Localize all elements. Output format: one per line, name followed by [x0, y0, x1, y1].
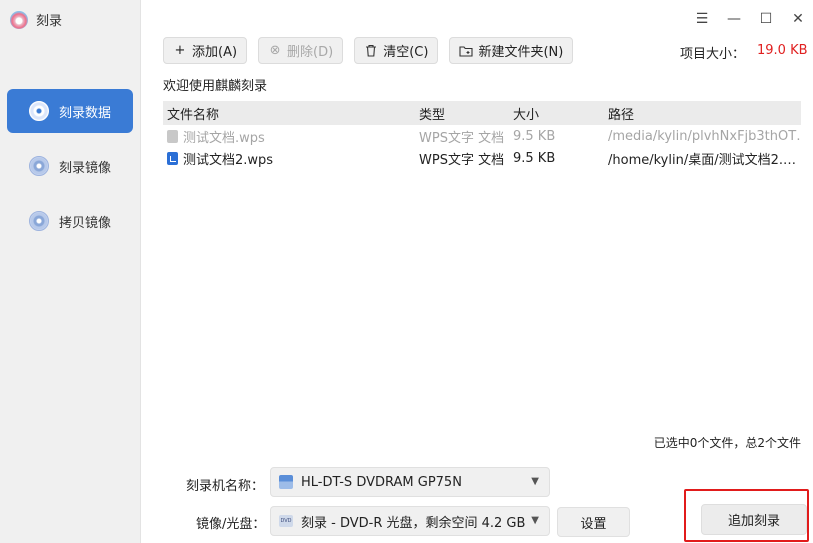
new-folder-button[interactable]: 新建文件夹(N)	[449, 37, 574, 64]
disc-icon	[29, 211, 49, 231]
new-folder-icon	[459, 45, 473, 57]
table-row[interactable]: 测试文档2.wps WPS文字 文档 9.5 KB /home/kylin/桌面…	[163, 147, 801, 169]
menu-icon[interactable]: ☰	[695, 12, 709, 26]
add-button[interactable]: + 添加(A)	[163, 37, 248, 64]
disc-icon	[29, 156, 49, 176]
app-title: 刻录	[10, 10, 62, 29]
file-path: /home/kylin/桌面/测试文档2.…	[608, 152, 796, 168]
sidebar-item-burn-image[interactable]: 刻录镜像	[7, 144, 133, 188]
sidebar-item-label: 拷贝镜像	[59, 215, 112, 231]
file-name-cell: 测试文档2.wps	[163, 149, 416, 168]
welcome-text: 欢迎使用麒麟刻录	[163, 79, 268, 94]
file-type: WPS文字 文档	[419, 130, 505, 146]
remove-circle-icon: ⊗	[269, 43, 281, 58]
app-logo-icon	[10, 10, 28, 29]
column-header-type[interactable]: 类型	[416, 104, 510, 123]
sidebar-item-burn-data[interactable]: 刻录数据	[7, 89, 133, 133]
plus-icon: +	[174, 43, 186, 58]
sidebar-item-copy-image[interactable]: 拷贝镜像	[7, 199, 133, 243]
new-folder-button-label: 新建文件夹(N)	[478, 45, 564, 60]
window-controls: ☰ — ☐ ✕	[695, 12, 805, 26]
sidebar-item-label: 刻录镜像	[59, 160, 112, 176]
trash-icon	[364, 44, 378, 57]
app-title-text: 刻录	[36, 14, 63, 29]
settings-button[interactable]: 设置	[557, 507, 630, 537]
table-row[interactable]: 测试文档.wps WPS文字 文档 9.5 KB /media/kylin/pl…	[163, 125, 801, 147]
image-disc-select[interactable]: DVD 刻录 - DVD-R 光盘，剩余空间 4.2 GB ▼	[270, 506, 550, 536]
burner-label: 刻录机名称：	[186, 479, 265, 494]
column-header-name[interactable]: 文件名称	[163, 104, 416, 123]
minimize-icon[interactable]: —	[727, 12, 741, 26]
dvd-disc-icon: DVD	[279, 515, 293, 527]
file-icon	[167, 129, 178, 143]
file-table: 文件名称 类型 大小 路径 测试文档.wps WPS文字 文档 9.5 KB /…	[163, 101, 801, 169]
image-disc-label: 镜像/光盘：	[196, 517, 266, 532]
table-header: 文件名称 类型 大小 路径	[163, 101, 801, 125]
wps-file-icon	[167, 151, 178, 165]
clear-button[interactable]: 清空(C)	[354, 37, 439, 64]
append-burn-button[interactable]: 追加刻录	[701, 504, 807, 535]
chevron-down-icon: ▼	[531, 476, 539, 487]
close-icon[interactable]: ✕	[791, 12, 805, 26]
disc-icon	[29, 101, 49, 121]
chevron-down-icon: ▼	[531, 515, 539, 526]
clear-button-label: 清空(C)	[383, 45, 429, 60]
file-path: /media/kylin/plvhNxFjb3thOT…	[608, 128, 801, 144]
selection-status: 已选中0个文件，总2个文件	[653, 436, 801, 450]
file-size: 9.5 KB	[513, 150, 556, 166]
add-button-label: 添加(A)	[192, 45, 238, 60]
file-name-cell: 测试文档.wps	[163, 127, 416, 146]
burner-app-window: 刻录 刻录数据 刻录镜像 拷贝镜像 ☰ — ☐ ✕ + 添加(A) ⊗ 删除(D…	[0, 0, 813, 543]
toolbar: + 添加(A) ⊗ 删除(D) 清空(C) 新建文件夹(N)	[163, 37, 574, 64]
image-disc-select-value: 刻录 - DVD-R 光盘，剩余空间 4.2 GB	[301, 515, 526, 531]
column-header-size[interactable]: 大小	[510, 104, 605, 123]
file-name: 测试文档.wps	[183, 130, 265, 146]
file-name: 测试文档2.wps	[183, 152, 274, 168]
delete-button[interactable]: ⊗ 删除(D)	[258, 37, 344, 64]
file-type: WPS文字 文档	[419, 152, 505, 168]
sidebar: 刻录 刻录数据 刻录镜像 拷贝镜像	[0, 0, 141, 543]
maximize-icon[interactable]: ☐	[759, 12, 773, 26]
delete-button-label: 删除(D)	[287, 45, 334, 60]
project-size-value: 19.0 KB	[757, 43, 808, 58]
sidebar-item-label: 刻录数据	[59, 105, 112, 121]
project-size-label: 项目大小：	[680, 47, 746, 62]
burner-select-value: HL-DT-S DVDRAM GP75N	[301, 474, 462, 490]
column-header-path[interactable]: 路径	[605, 104, 801, 123]
burner-select[interactable]: HL-DT-S DVDRAM GP75N ▼	[270, 467, 550, 497]
file-size: 9.5 KB	[513, 128, 556, 144]
optical-drive-icon	[279, 475, 293, 489]
